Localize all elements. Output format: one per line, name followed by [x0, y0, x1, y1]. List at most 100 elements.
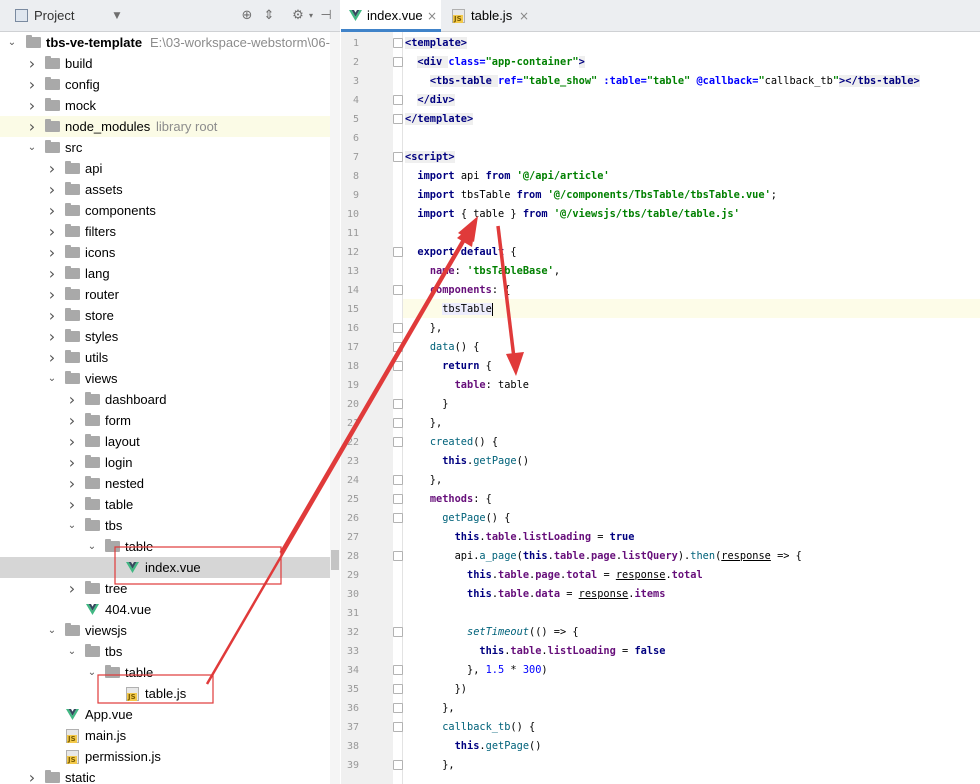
chevron-down-icon[interactable]: ⌄: [45, 368, 59, 389]
tree-item-api[interactable]: › api: [0, 158, 330, 179]
tree-item-build[interactable]: › build: [0, 53, 330, 74]
fold-marker-icon[interactable]: [393, 38, 403, 48]
fold-marker-icon[interactable]: [393, 494, 403, 504]
tree-scrollbar[interactable]: [330, 32, 340, 784]
code-line[interactable]: this.table.listLoading = true: [405, 528, 635, 547]
fold-marker-icon[interactable]: [393, 513, 403, 523]
fold-marker-icon[interactable]: [393, 247, 403, 257]
fold-marker-icon[interactable]: [393, 418, 403, 428]
fold-marker-icon[interactable]: [393, 152, 403, 162]
chevron-right-icon[interactable]: ›: [45, 242, 59, 263]
close-tab-icon[interactable]: ×: [427, 0, 437, 32]
code-line[interactable]: },: [405, 756, 454, 775]
chevron-down-icon[interactable]: ⌄: [85, 662, 99, 683]
code-line[interactable]: name: 'tbsTableBase',: [405, 262, 560, 281]
tree-scrollbar-thumb[interactable]: [331, 550, 339, 570]
fold-marker-icon[interactable]: [393, 627, 403, 637]
chevron-right-icon[interactable]: ›: [45, 263, 59, 284]
chevron-right-icon[interactable]: ›: [45, 284, 59, 305]
chevron-right-icon[interactable]: ›: [45, 179, 59, 200]
chevron-right-icon[interactable]: ›: [65, 389, 79, 410]
tree-item-app-vue[interactable]: App.vue: [0, 704, 330, 725]
chevron-right-icon[interactable]: ›: [25, 767, 39, 784]
tree-item-index-vue[interactable]: index.vue: [0, 557, 330, 578]
project-panel-title[interactable]: Project: [34, 8, 74, 23]
fold-marker-icon[interactable]: [393, 760, 403, 770]
code-line[interactable]: },: [405, 319, 442, 338]
code-line[interactable]: }): [405, 680, 467, 699]
hide-panel-icon[interactable]: ⊣: [319, 9, 333, 23]
chevron-right-icon[interactable]: ›: [45, 305, 59, 326]
chevron-right-icon[interactable]: ›: [65, 578, 79, 599]
chevron-right-icon[interactable]: ›: [25, 116, 39, 137]
code-line[interactable]: this.table.page.total = response.total: [405, 566, 703, 585]
fold-marker-icon[interactable]: [393, 323, 403, 333]
code-line[interactable]: methods: {: [405, 490, 492, 509]
tree-item-node-modules[interactable]: › node_modules library root: [0, 116, 330, 137]
tree-item-config[interactable]: › config: [0, 74, 330, 95]
chevron-right-icon[interactable]: ›: [65, 431, 79, 452]
tree-item-store[interactable]: › store: [0, 305, 330, 326]
chevron-down-icon[interactable]: ⌄: [65, 515, 79, 536]
tree-item-form[interactable]: › form: [0, 410, 330, 431]
tree-item-main-js[interactable]: main.js: [0, 725, 330, 746]
tree-item-components[interactable]: › components: [0, 200, 330, 221]
code-line[interactable]: this.getPage(): [405, 452, 529, 471]
chevron-right-icon[interactable]: ›: [65, 494, 79, 515]
code-line[interactable]: created() {: [405, 433, 498, 452]
code-line[interactable]: export default {: [405, 243, 516, 262]
tree-item-nested[interactable]: › nested: [0, 473, 330, 494]
chevron-right-icon[interactable]: ›: [45, 200, 59, 221]
chevron-down-icon[interactable]: ⌄: [25, 137, 39, 158]
chevron-right-icon[interactable]: ›: [25, 53, 39, 74]
code-line[interactable]: }: [405, 395, 448, 414]
settings-gear-icon[interactable]: ⚙: [291, 9, 305, 23]
tree-item-static[interactable]: › static: [0, 767, 330, 784]
code-line[interactable]: import tbsTable from '@/components/TbsTa…: [405, 186, 777, 205]
fold-marker-icon[interactable]: [393, 684, 403, 694]
code-line[interactable]: }, 1.5 * 300): [405, 661, 548, 680]
code-line[interactable]: <script>: [405, 148, 455, 167]
tree-item-mock[interactable]: › mock: [0, 95, 330, 116]
code-line[interactable]: <template>: [405, 34, 467, 53]
code-line[interactable]: components: {: [405, 281, 511, 300]
code-line[interactable]: tbsTable: [405, 300, 493, 319]
fold-marker-icon[interactable]: [393, 361, 403, 371]
tree-item-login[interactable]: › login: [0, 452, 330, 473]
tree-item-dashboard[interactable]: › dashboard: [0, 389, 330, 410]
tree-item-tree[interactable]: › tree: [0, 578, 330, 599]
fold-marker-icon[interactable]: [393, 342, 403, 352]
tree-item-table-js[interactable]: table.js: [0, 683, 330, 704]
chevron-down-icon[interactable]: ⌄: [45, 620, 59, 641]
fold-marker-icon[interactable]: [393, 95, 403, 105]
chevron-right-icon[interactable]: ›: [65, 473, 79, 494]
code-line[interactable]: this.table.data = response.items: [405, 585, 665, 604]
tree-root-row[interactable]: ⌄ tbs-ve-template E:\03-workspace-websto…: [0, 32, 330, 53]
tree-item-layout[interactable]: › layout: [0, 431, 330, 452]
fold-marker-icon[interactable]: [393, 285, 403, 295]
code-line[interactable]: </template>: [405, 110, 474, 129]
tree-item-filters[interactable]: › filters: [0, 221, 330, 242]
fold-marker-icon[interactable]: [393, 114, 403, 124]
fold-marker-icon[interactable]: [393, 437, 403, 447]
code-line[interactable]: },: [405, 414, 442, 433]
collapse-all-icon[interactable]: ⇕: [262, 9, 276, 23]
tree-item-src[interactable]: ⌄ src: [0, 137, 330, 158]
close-tab-icon[interactable]: ×: [519, 0, 529, 32]
chevron-right-icon[interactable]: ›: [65, 452, 79, 473]
chevron-right-icon[interactable]: ›: [45, 221, 59, 242]
code-line[interactable]: <tbs-table ref="table_show" :table="tabl…: [405, 72, 920, 91]
tree-item-table[interactable]: ⌄ table: [0, 536, 330, 557]
tree-item-tbs[interactable]: ⌄ tbs: [0, 515, 330, 536]
tree-item-assets[interactable]: › assets: [0, 179, 330, 200]
tree-item-404-vue[interactable]: 404.vue: [0, 599, 330, 620]
tree-item-viewsjs[interactable]: ⌄ viewsjs: [0, 620, 330, 641]
tab-table-js[interactable]: table.js ×: [443, 0, 535, 32]
chevron-down-icon[interactable]: ⌄: [85, 536, 99, 557]
fold-marker-icon[interactable]: [393, 551, 403, 561]
code-line[interactable]: api.a_page(this.table.page.listQuery).th…: [405, 547, 802, 566]
chevron-right-icon[interactable]: ›: [45, 158, 59, 179]
tree-item-table[interactable]: › table: [0, 494, 330, 515]
tree-item-router[interactable]: › router: [0, 284, 330, 305]
code-line[interactable]: this.getPage(): [405, 737, 542, 756]
